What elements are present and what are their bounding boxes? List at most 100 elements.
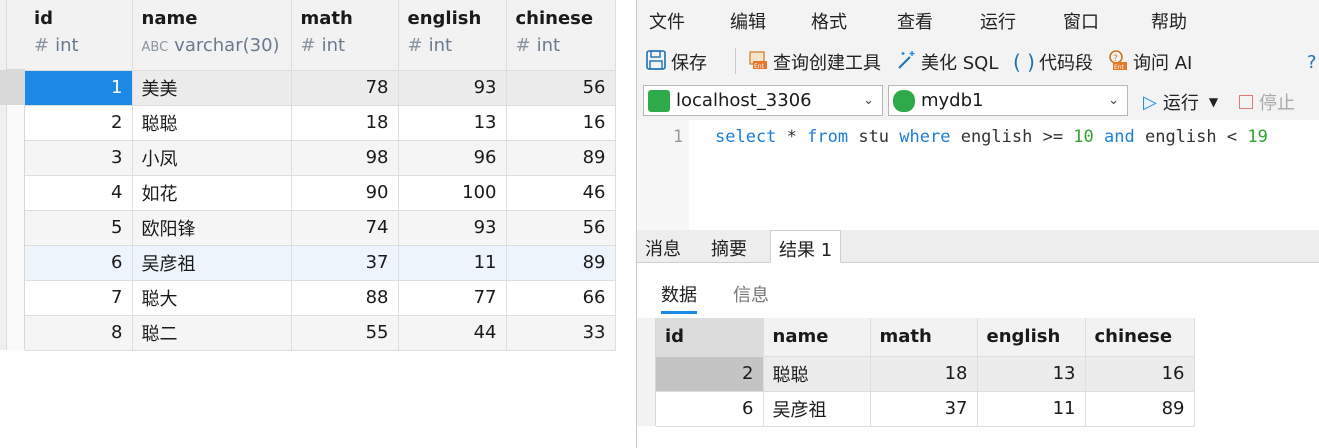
cell-id[interactable]: 5	[25, 210, 133, 246]
table-row[interactable]: 6 吴彦祖 37 11 89	[25, 245, 616, 281]
cell-chinese[interactable]: 33	[506, 315, 616, 351]
menu-format[interactable]: 格式	[811, 8, 847, 34]
cell-id[interactable]: 2	[656, 356, 764, 392]
cell-english[interactable]: 13	[398, 105, 507, 141]
cell-english[interactable]: 11	[977, 391, 1086, 427]
cell-id[interactable]: 7	[25, 280, 133, 316]
column-header-english[interactable]: english # int	[398, 0, 507, 71]
table-row[interactable]: 5 欧阳锋 74 93 56	[25, 210, 616, 246]
cell-math[interactable]: 18	[291, 105, 399, 141]
table-row[interactable]: 2 聪聪 18 13 16	[25, 105, 616, 141]
menu-edit[interactable]: 编辑	[730, 8, 766, 34]
save-button[interactable]: 保存	[645, 49, 707, 75]
cell-name[interactable]: 聪聪	[763, 356, 871, 392]
ask-ai-button[interactable]: ? Ent 询问 AI	[1107, 49, 1192, 75]
cell-english[interactable]: 13	[977, 356, 1086, 392]
cell-chinese[interactable]: 46	[506, 175, 616, 211]
cell-math[interactable]: 90	[291, 175, 399, 211]
cell-chinese[interactable]: 56	[506, 210, 616, 246]
menu-help[interactable]: 帮助	[1151, 8, 1187, 34]
cell-math[interactable]: 18	[870, 356, 978, 392]
column-header-id[interactable]: id # int	[25, 0, 133, 71]
cell-chinese[interactable]: 89	[1085, 391, 1195, 427]
cell-math[interactable]: 37	[870, 391, 978, 427]
cell-math[interactable]: 88	[291, 280, 399, 316]
chevron-down-icon: ⌄	[1108, 93, 1119, 108]
table-row[interactable]: 2 聪聪 18 13 16	[656, 356, 1195, 392]
menu-run[interactable]: 运行	[980, 8, 1016, 34]
cell-english[interactable]: 100	[398, 175, 507, 211]
cell-english[interactable]: 77	[398, 280, 507, 316]
cell-name[interactable]: 吴彦祖	[763, 391, 871, 427]
sql-editor[interactable]: 1 select * from stu where english >= 10 …	[637, 120, 1319, 230]
cell-name[interactable]: 聪大	[132, 280, 292, 316]
menu-view[interactable]: 查看	[897, 8, 933, 34]
cell-id[interactable]: 1	[25, 70, 133, 106]
table-row[interactable]: 4 如花 90 100 46	[25, 175, 616, 211]
column-header-math[interactable]: math # int	[291, 0, 399, 71]
stop-button[interactable]: 停止	[1239, 89, 1295, 115]
column-header-english[interactable]: english	[977, 318, 1086, 357]
cell-name[interactable]: 小凤	[132, 140, 292, 176]
mysql-connection-icon	[648, 89, 670, 112]
cell-math[interactable]: 78	[291, 70, 399, 106]
cell-id[interactable]: 2	[25, 105, 133, 141]
cell-name[interactable]: 欧阳锋	[132, 210, 292, 246]
cell-chinese[interactable]: 16	[1085, 356, 1195, 392]
cell-english[interactable]: 44	[398, 315, 507, 351]
menu-window[interactable]: 窗口	[1063, 8, 1099, 34]
tab-messages[interactable]: 消息	[637, 230, 689, 263]
column-header-math[interactable]: math	[870, 318, 978, 357]
connection-select[interactable]: localhost_3306 ⌄	[643, 85, 883, 116]
cell-english[interactable]: 11	[398, 245, 507, 281]
cell-english[interactable]: 96	[398, 140, 507, 176]
database-select[interactable]: mydb1 ⌄	[888, 85, 1128, 116]
cell-name[interactable]: 聪聪	[132, 105, 292, 141]
chevron-down-icon[interactable]: ▼	[1209, 95, 1218, 109]
cell-chinese[interactable]: 66	[506, 280, 616, 316]
cell-english[interactable]: 93	[398, 70, 507, 106]
run-button[interactable]: ▷ 运行 ▼	[1143, 89, 1218, 115]
cell-name[interactable]: 吴彦祖	[132, 245, 292, 281]
tab-data[interactable]: 数据	[661, 281, 697, 314]
cell-math[interactable]: 55	[291, 315, 399, 351]
table-row[interactable]: 3 小凤 98 96 89	[25, 140, 616, 176]
cell-chinese[interactable]: 16	[506, 105, 616, 141]
menu-file[interactable]: 文件	[649, 8, 685, 34]
cell-chinese[interactable]: 89	[506, 245, 616, 281]
column-header-chinese[interactable]: chinese # int	[506, 0, 616, 71]
cell-id[interactable]: 6	[25, 245, 133, 281]
cell-id[interactable]: 4	[25, 175, 133, 211]
overflow-icon[interactable]: ?	[1307, 49, 1319, 75]
column-header-row: id # int name ABC varchar(30) math # int en…	[25, 0, 616, 71]
cell-name[interactable]: 聪二	[132, 315, 292, 351]
cell-english[interactable]: 93	[398, 210, 507, 246]
column-header-name[interactable]: name ABC varchar(30)	[132, 0, 292, 71]
cell-math[interactable]: 74	[291, 210, 399, 246]
query-panel: 文件 编辑 格式 查看 运行 窗口 帮助 保存 Ent 查询创建工具 美化 SQ…	[636, 0, 1319, 448]
cell-math[interactable]: 98	[291, 140, 399, 176]
tab-summary[interactable]: 摘要	[703, 230, 755, 263]
cell-id[interactable]: 3	[25, 140, 133, 176]
query-builder-button[interactable]: Ent 查询创建工具	[747, 49, 881, 75]
table-row[interactable]: 6 吴彦祖 37 11 89	[656, 391, 1195, 427]
line-number: 1	[673, 127, 684, 147]
column-header-id[interactable]: id	[656, 318, 764, 357]
beautify-sql-button[interactable]: 美化 SQL	[895, 49, 998, 75]
cell-name[interactable]: 美美	[132, 70, 292, 106]
table-row[interactable]: 8 聪二 55 44 33	[25, 315, 616, 351]
table-row[interactable]: 1 美美 78 93 56	[25, 70, 616, 106]
tab-info[interactable]: 信息	[733, 281, 769, 311]
cell-name[interactable]: 如花	[132, 175, 292, 211]
code-snippet-button[interactable]: ( ) 代码段	[1013, 49, 1093, 75]
table-row[interactable]: 7 聪大 88 77 66	[25, 280, 616, 316]
tab-result-1[interactable]: 结果 1	[770, 230, 842, 263]
sql-code-line[interactable]: select * from stu where english >= 10 an…	[715, 127, 1268, 147]
column-header-chinese[interactable]: chinese	[1085, 318, 1195, 357]
cell-id[interactable]: 8	[25, 315, 133, 351]
cell-chinese[interactable]: 56	[506, 70, 616, 106]
column-header-name[interactable]: name	[763, 318, 871, 357]
cell-math[interactable]: 37	[291, 245, 399, 281]
cell-id[interactable]: 6	[656, 391, 764, 427]
cell-chinese[interactable]: 89	[506, 140, 616, 176]
